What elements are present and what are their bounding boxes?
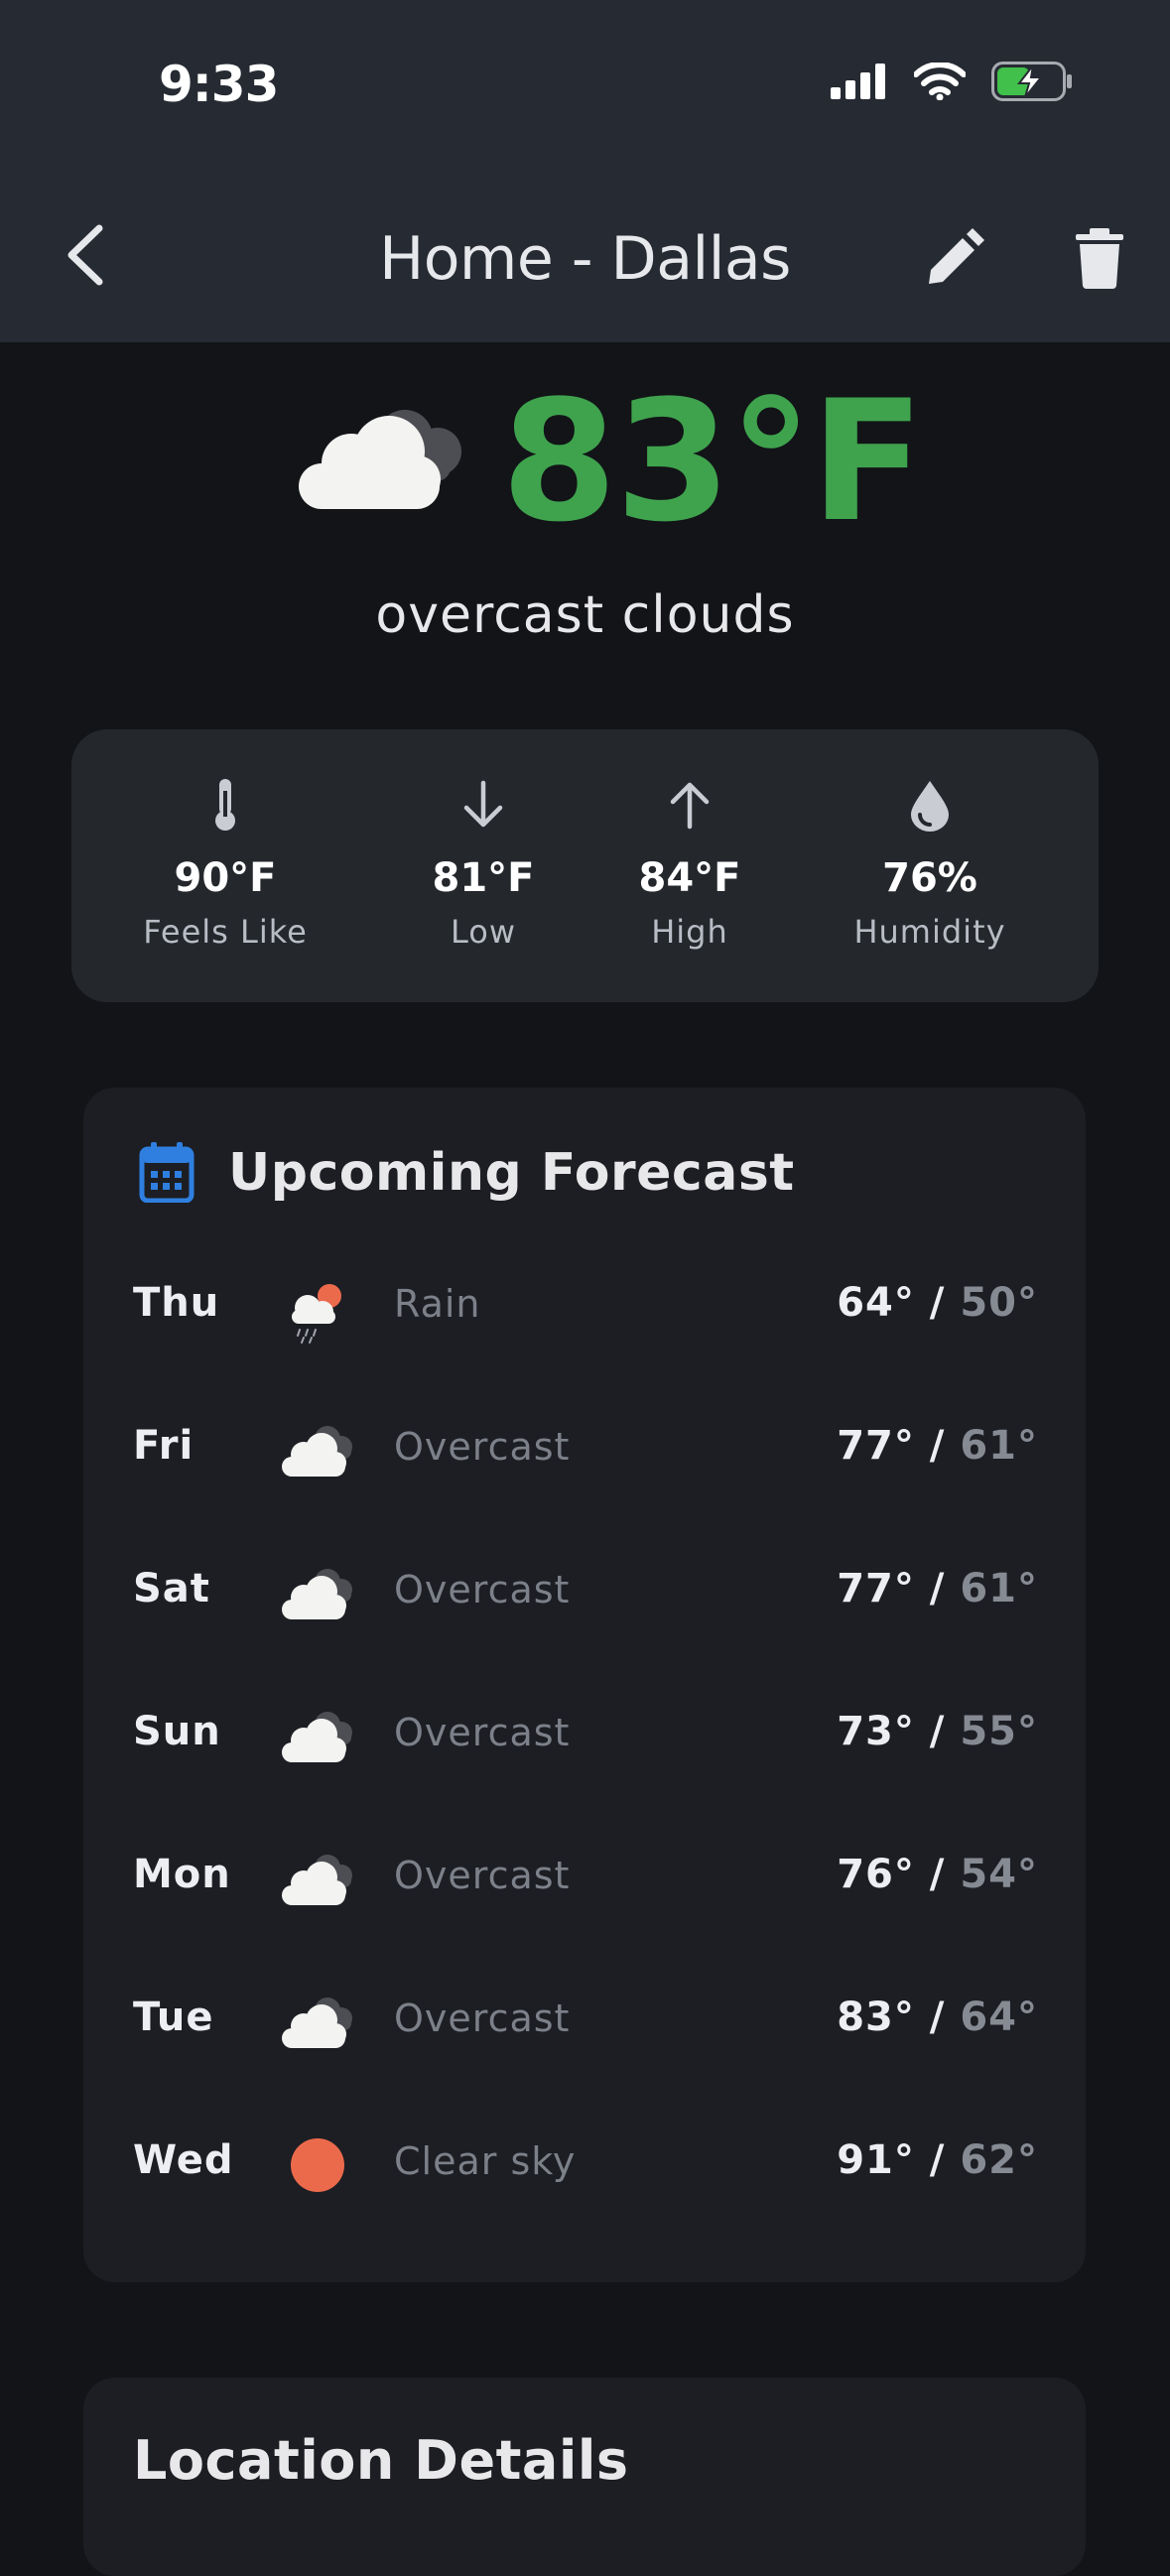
current-description: overcast clouds [375, 585, 795, 645]
arrow-down-icon [463, 780, 503, 828]
forecast-row[interactable]: Sat Overcast 77° / 61° [83, 1544, 1086, 1643]
forecast-temps: 83° / 64° [837, 1995, 1038, 2040]
forecast-temps: 64° / 50° [837, 1280, 1038, 1326]
forecast-low: 61° [960, 1566, 1038, 1611]
forecast-day: Mon [133, 1852, 231, 1897]
stats-panel: 90°F Feels Like 81°F Low 84°F High 76% H… [71, 729, 1099, 1002]
forecast-temps: 91° / 62° [837, 2137, 1038, 2183]
wifi-icon [914, 63, 966, 100]
forecast-temps: 77° / 61° [837, 1423, 1038, 1469]
location-details-title: Location Details [133, 2429, 629, 2492]
delete-button[interactable] [1072, 226, 1127, 290]
forecast-condition: Clear sky [394, 2139, 577, 2183]
forecast-day: Sat [133, 1566, 210, 1611]
forecast-condition: Overcast [394, 1711, 571, 1754]
current-temperature: 83°F [501, 364, 925, 559]
rain-icon [292, 1284, 341, 1344]
page-title: Home - Dallas [379, 224, 791, 294]
forecast-condition: Overcast [394, 1568, 571, 1611]
forecast-high: 77° [837, 1566, 915, 1611]
forecast-low: 54° [960, 1852, 1038, 1897]
stat-value: 81°F [432, 855, 535, 901]
cellular-signal-icon [831, 64, 885, 99]
forecast-high: 73° [837, 1709, 915, 1754]
arrow-up-icon [670, 782, 710, 830]
forecast-temps: 73° / 55° [837, 1709, 1038, 1754]
stat-value: 76% [882, 855, 977, 901]
forecast-condition: Overcast [394, 1996, 571, 2040]
battery-charging-icon [991, 62, 1072, 101]
overcast-icon [282, 1569, 352, 1619]
forecast-low: 50° [960, 1280, 1038, 1326]
forecast-temps: 76° / 54° [837, 1852, 1038, 1897]
forecast-row[interactable]: Fri Overcast 77° / 61° [83, 1401, 1086, 1500]
calendar-icon [139, 1142, 195, 1203]
forecast-low: 55° [960, 1709, 1038, 1754]
forecast-day: Wed [133, 2137, 234, 2183]
current-weather: 83°F [0, 372, 1170, 551]
status-time: 9:33 [159, 56, 279, 113]
stat-value: 90°F [174, 855, 277, 901]
forecast-high: 64° [837, 1280, 915, 1326]
stat-label: Low [450, 913, 516, 951]
stat-label: Feels Like [143, 913, 308, 951]
forecast-high: 77° [837, 1423, 915, 1469]
stat-low: 81°F Low [409, 729, 558, 1002]
forecast-day: Thu [133, 1280, 220, 1326]
forecast-low: 61° [960, 1423, 1038, 1469]
water-drop-icon [911, 781, 949, 832]
forecast-title: Upcoming Forecast [228, 1143, 795, 1203]
stat-feels-like: 90°F Feels Like [131, 729, 320, 1002]
overcast-cloud-icon [299, 410, 461, 509]
forecast-high: 76° [837, 1852, 915, 1897]
forecast-day: Fri [133, 1423, 195, 1469]
edit-button[interactable] [923, 226, 986, 290]
stat-humidity: 76% Humidity [836, 729, 1024, 1002]
stat-label: Humidity [853, 913, 1006, 951]
thermometer-icon [215, 779, 235, 831]
forecast-condition: Overcast [394, 1425, 571, 1469]
overcast-icon [282, 1712, 352, 1762]
forecast-day: Sun [133, 1709, 221, 1754]
forecast-row[interactable]: Mon Overcast 76° / 54° [83, 1830, 1086, 1929]
overcast-icon [282, 1997, 352, 2048]
stat-label: High [651, 913, 728, 951]
overcast-icon [282, 1426, 352, 1477]
forecast-row[interactable]: Sun Overcast 73° / 55° [83, 1687, 1086, 1786]
forecast-high: 91° [837, 2137, 915, 2183]
forecast-row[interactable]: Tue Overcast 83° / 64° [83, 1973, 1086, 2072]
forecast-row[interactable]: Wed Clear sky 91° / 62° [83, 2116, 1086, 2215]
forecast-temps: 77° / 61° [837, 1566, 1038, 1611]
forecast-row[interactable]: Thu Rain 64° / 50° [83, 1258, 1086, 1357]
clear-sky-icon [291, 2138, 344, 2192]
forecast-condition: Rain [394, 1282, 481, 1326]
forecast-high: 83° [837, 1995, 915, 2040]
stat-value: 84°F [638, 855, 741, 901]
stat-high: 84°F High [615, 729, 764, 1002]
forecast-day: Tue [133, 1995, 214, 2040]
forecast-low: 64° [960, 1995, 1038, 2040]
forecast-condition: Overcast [394, 1854, 571, 1897]
status-icons [831, 62, 1073, 101]
overcast-icon [282, 1855, 352, 1905]
forecast-low: 62° [960, 2137, 1038, 2183]
